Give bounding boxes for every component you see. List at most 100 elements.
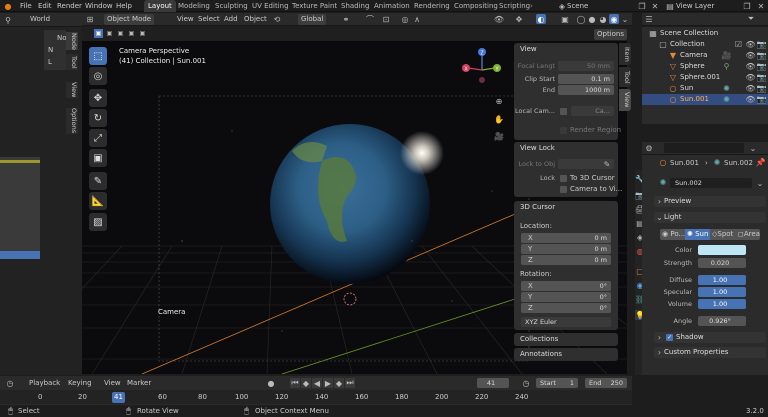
menu-render[interactable]: Render: [57, 0, 82, 12]
proportional-edit-icon[interactable]: ◎: [400, 14, 410, 24]
clip-start-field[interactable]: 0.1 m: [558, 74, 614, 84]
viewport-menu-view[interactable]: View: [177, 14, 194, 25]
collection-checkbox-icon[interactable]: ☑: [734, 40, 743, 49]
tabs-scroll-right-icon[interactable]: ›: [530, 0, 533, 12]
viewport-menu-object[interactable]: Object: [244, 14, 267, 25]
copy-view-layer-icon[interactable]: ❐: [742, 1, 752, 11]
collection-visibility-icon[interactable]: 👁: [745, 40, 755, 49]
camera-visibility-icon[interactable]: 👁: [745, 51, 755, 60]
viewport-menu-select[interactable]: Select: [198, 14, 220, 25]
add-cube-tool-icon[interactable]: ▨: [89, 213, 107, 231]
sphere-render-icon[interactable]: 📷: [757, 62, 767, 71]
mode-selector[interactable]: Object Mode: [104, 14, 155, 25]
options-button[interactable]: Options: [594, 29, 628, 40]
pan-icon[interactable]: ✋: [493, 113, 505, 125]
specular-field[interactable]: 1.00: [698, 287, 746, 297]
snap-icon[interactable]: ⌒: [365, 14, 375, 24]
menu-file[interactable]: File: [20, 0, 32, 12]
menu-help[interactable]: Help: [116, 0, 132, 12]
angle-field[interactable]: 0.926°: [698, 316, 746, 326]
collections-header[interactable]: Collections: [514, 333, 618, 345]
play-icon[interactable]: ▶: [323, 378, 333, 388]
custom-properties-section[interactable]: Custom Properties: [654, 347, 766, 358]
shadow-checkbox[interactable]: ✓: [666, 334, 673, 341]
outliner-row-sphere-001[interactable]: ▽ Sphere.001 👁 📷: [642, 72, 768, 83]
camera-object-label[interactable]: Camera: [158, 307, 185, 318]
light-section[interactable]: Light: [654, 212, 766, 223]
clip-end-field[interactable]: 1000 m: [558, 85, 614, 95]
shading-rendered-icon[interactable]: ◉: [609, 14, 619, 24]
select-mode-2-icon[interactable]: ▣: [105, 29, 114, 38]
eyedropper-icon[interactable]: ✎: [602, 159, 612, 169]
strength-field[interactable]: 0.020: [698, 258, 746, 268]
outliner-row-sphere[interactable]: ▽ Sphere ⚲ 👁 📷: [642, 61, 768, 72]
timeline-view-menu[interactable]: View: [104, 378, 121, 389]
tab-layout[interactable]: Layout: [144, 0, 176, 12]
tab-modeling[interactable]: Modeling: [178, 0, 210, 12]
light-type-area[interactable]: ◻Area: [738, 229, 760, 240]
timeline-keying-menu[interactable]: Keying: [68, 378, 92, 389]
data-block-icon[interactable]: ✺: [658, 178, 668, 187]
sun-render-icon[interactable]: 📷: [757, 84, 767, 93]
navigation-gizmo[interactable]: Z X Y: [460, 45, 504, 89]
select-mode-5-icon[interactable]: ▣: [138, 29, 147, 38]
timeline-type-icon[interactable]: ◷: [5, 378, 15, 388]
select-mode-1-icon[interactable]: ▣: [94, 29, 103, 38]
local-camera-checkbox[interactable]: [560, 108, 567, 115]
view-lock-header[interactable]: View Lock: [514, 142, 618, 154]
light-color-swatch[interactable]: [698, 245, 746, 255]
current-frame-marker[interactable]: 41: [112, 392, 125, 403]
sidebar-tab-view[interactable]: View: [619, 89, 631, 111]
current-frame-field[interactable]: 41: [477, 378, 509, 388]
tab-scripting[interactable]: Scripting: [499, 0, 530, 12]
outliner-row-sun[interactable]: ○ Sun ✺ 👁 📷: [642, 83, 768, 94]
collection-render-icon[interactable]: 📷: [757, 40, 767, 49]
shading-options-icon[interactable]: ⌄: [621, 14, 629, 24]
left-tab-tool[interactable]: Tool: [66, 54, 78, 70]
cursor-rot-x[interactable]: 0°: [521, 281, 611, 291]
sphere-001-render-icon[interactable]: 📷: [757, 73, 767, 82]
move-tool-icon[interactable]: ✥: [89, 89, 107, 107]
end-frame-field[interactable]: End 250: [585, 378, 627, 388]
timeline-marker-menu[interactable]: Marker: [127, 378, 151, 389]
sphere-001-visibility-icon[interactable]: 👁: [745, 73, 755, 82]
record-icon[interactable]: ●: [266, 378, 276, 388]
outliner-row-collection[interactable]: ▢ Collection ☑ 👁 📷: [642, 39, 768, 50]
annotations-panel[interactable]: Annotations: [514, 348, 618, 361]
gizmo-icon[interactable]: ✥: [514, 14, 524, 24]
sidebar-tab-tool[interactable]: Tool: [619, 67, 631, 87]
jump-key-back-icon[interactable]: ◆: [301, 378, 311, 388]
camera-view-icon[interactable]: 🎥: [493, 130, 505, 142]
snap-target-icon[interactable]: ⊡: [381, 14, 391, 24]
outliner-filter-icon[interactable]: ⏷: [746, 14, 756, 24]
jump-start-icon[interactable]: ⏮: [290, 378, 300, 388]
select-box-tool-icon[interactable]: ⬚: [89, 47, 107, 65]
scale-tool-icon[interactable]: ⤢: [89, 129, 107, 147]
overlay-icon[interactable]: ◐: [536, 14, 546, 24]
scene-name[interactable]: Scene: [567, 0, 588, 12]
sphere-visibility-icon[interactable]: 👁: [745, 62, 755, 71]
blender-logo-icon[interactable]: ●: [3, 1, 13, 11]
left-tab-view[interactable]: View: [66, 82, 78, 98]
tab-rendering[interactable]: Rendering: [414, 0, 450, 12]
jump-key-forward-icon[interactable]: ◆: [334, 378, 344, 388]
close-scene-icon[interactable]: ✕: [650, 1, 660, 11]
left-tab-node[interactable]: Node: [66, 32, 78, 50]
play-reverse-icon[interactable]: ◀: [312, 378, 322, 388]
outliner-row-camera[interactable]: ▼ Camera 🎥 👁 📷: [642, 50, 768, 61]
zoom-icon[interactable]: ⊕: [493, 95, 505, 107]
outliner-type-icon[interactable]: ☰: [644, 14, 654, 24]
sun-001-render-icon[interactable]: 📷: [757, 95, 767, 104]
sun-visibility-icon[interactable]: 👁: [745, 84, 755, 93]
copy-scene-icon[interactable]: ❐: [637, 1, 647, 11]
rotate-tool-icon[interactable]: ↻: [89, 109, 107, 127]
local-camera-field[interactable]: Ca...: [571, 106, 614, 116]
properties-type-icon[interactable]: ⚙: [644, 143, 654, 153]
viewport-menu-add[interactable]: Add: [224, 14, 238, 25]
properties-search-field[interactable]: [664, 143, 744, 153]
preview-section[interactable]: Preview: [654, 196, 766, 207]
xray-icon[interactable]: ▣: [560, 14, 570, 24]
menu-edit[interactable]: Edit: [38, 0, 52, 12]
shading-wireframe-icon[interactable]: ◯: [576, 14, 586, 24]
light-type-point[interactable]: ◉ Po...: [662, 229, 685, 240]
